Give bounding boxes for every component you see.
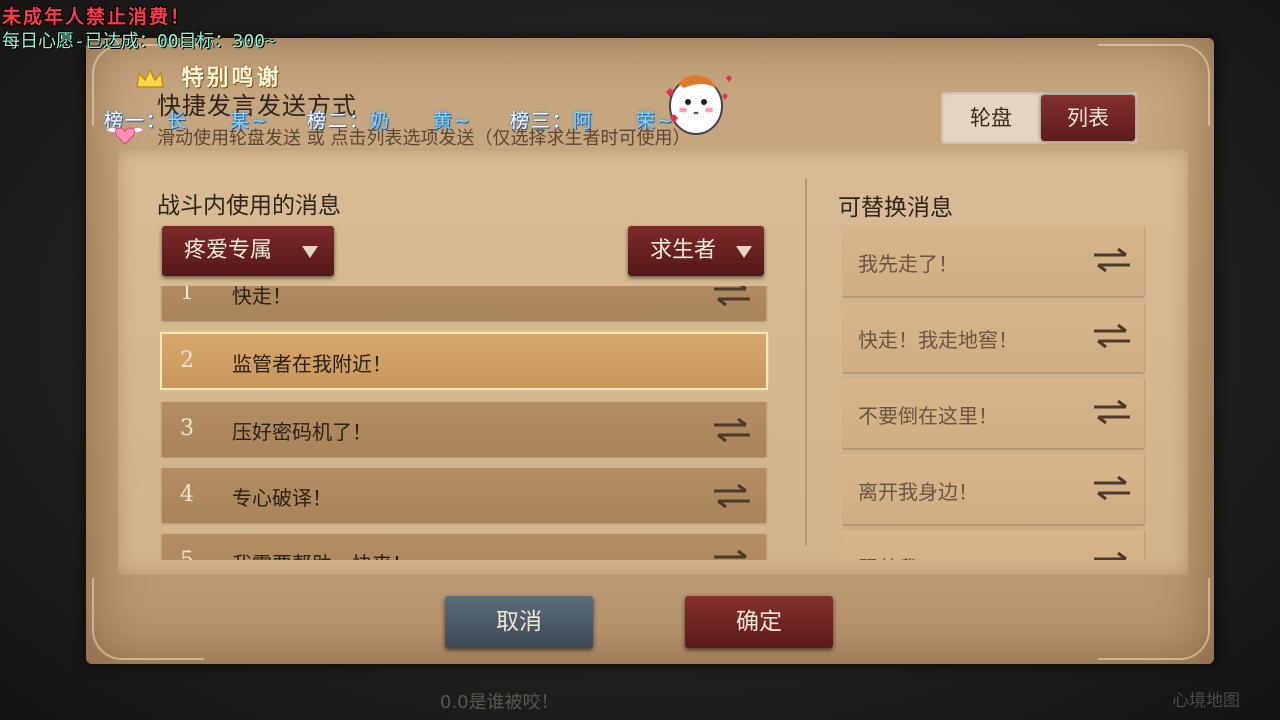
message-number: 1 <box>180 286 194 305</box>
swap-icon[interactable] <box>1092 474 1132 502</box>
replaceable-message-list[interactable]: 我先走了！ 快走！我走地窖！ 不要倒在这里！ 离开我身边！ 跟着我！ <box>842 226 1146 560</box>
crown-icon <box>136 68 164 88</box>
confirm-button[interactable]: 确定 <box>685 596 833 648</box>
swap-icon[interactable] <box>1092 246 1132 274</box>
replaceable-row[interactable]: 离开我身边！ <box>842 454 1144 524</box>
message-group-dropdown[interactable]: 疼爱专属 <box>162 226 334 276</box>
message-text: 压好密码机了！ <box>232 420 372 444</box>
message-row[interactable]: 5 我需要帮助，快来！ <box>162 534 766 560</box>
stream-thanks-banner: 特别鸣谢 <box>135 60 282 92</box>
battle-messages-heading: 战斗内使用的消息 <box>157 193 341 219</box>
message-number: 5 <box>180 548 194 560</box>
replaceable-messages-heading: 可替换消息 <box>838 195 953 221</box>
rank-name: 长 某~ <box>167 110 269 132</box>
message-row-selected[interactable]: 2 监管者在我附近！ <box>160 332 768 390</box>
message-row[interactable]: 4 专心破译！ <box>162 468 766 522</box>
battle-message-list[interactable]: 1 快走！ 2 监管者在我附近！ 3 压好密码机了！ 4 专心破译！ 5 我需要… <box>160 286 770 560</box>
replaceable-row[interactable]: 不要倒在这里！ <box>842 378 1144 448</box>
rank-label: 榜三： <box>509 110 573 132</box>
mode-wheel-button[interactable]: 轮盘 <box>941 92 1041 144</box>
message-text: 我需要帮助，快来！ <box>232 548 412 560</box>
message-group-label: 疼爱专属 <box>184 238 273 263</box>
background-map-label: 心境地图 <box>1172 691 1240 711</box>
hamster-mascot-icon <box>666 75 732 135</box>
column-divider <box>805 178 807 546</box>
winged-heart-icon <box>105 126 145 145</box>
stream-warning-text: 未成年人禁止消费！ <box>2 6 192 28</box>
message-number: 4 <box>180 482 194 507</box>
replaceable-text: 离开我身边！ <box>858 480 978 504</box>
message-text: 监管者在我附近！ <box>232 352 392 376</box>
replaceable-row[interactable]: 跟着我！ <box>842 530 1144 560</box>
replaceable-row[interactable]: 我先走了！ <box>842 226 1144 296</box>
message-number: 2 <box>180 348 194 373</box>
swap-icon[interactable] <box>1092 550 1132 560</box>
swap-icon[interactable] <box>1092 322 1132 350</box>
message-text: 快走！ <box>232 286 292 308</box>
replaceable-text: 快走！我走地窖！ <box>858 328 1018 352</box>
dropdown-arrow-icon <box>302 246 318 258</box>
mode-list-button[interactable]: 列表 <box>1041 95 1135 141</box>
replaceable-text: 不要倒在这里！ <box>858 404 998 428</box>
role-label: 求生者 <box>650 238 717 263</box>
swap-icon[interactable] <box>712 482 752 510</box>
corner-ornament <box>1098 578 1210 660</box>
replaceable-text: 我先走了！ <box>858 252 958 276</box>
message-text: 专心破译！ <box>232 486 332 510</box>
thanks-label: 特别鸣谢 <box>181 66 282 91</box>
cancel-button[interactable]: 取消 <box>445 596 593 648</box>
message-number: 3 <box>180 416 194 441</box>
swap-icon[interactable] <box>712 286 752 308</box>
rank-label: 榜二： <box>306 110 370 132</box>
message-row[interactable]: 3 压好密码机了！ <box>162 402 766 456</box>
swap-icon[interactable] <box>712 416 752 444</box>
mode-toggle: 轮盘 列表 <box>941 92 1138 144</box>
swap-icon[interactable] <box>712 548 752 560</box>
stream-rank-list: 榜一：长 某~ 榜二：奶 黄~ 榜三：阿 荣~ <box>104 106 705 133</box>
role-dropdown[interactable]: 求生者 <box>628 226 764 276</box>
replaceable-row[interactable]: 快走！我走地窖！ <box>842 302 1144 372</box>
corner-ornament <box>92 578 204 660</box>
message-row[interactable]: 1 快走！ <box>162 286 766 320</box>
replaceable-text: 跟着我！ <box>858 552 938 560</box>
stream-goal-text: 每日心愿-已达成：00目标：300~ <box>2 31 276 52</box>
dropdown-arrow-icon <box>736 246 752 258</box>
swap-icon[interactable] <box>1092 398 1132 426</box>
rank-name: 奶 黄~ <box>370 110 472 132</box>
background-hint-text: 0.0是谁被咬！ <box>440 692 559 713</box>
